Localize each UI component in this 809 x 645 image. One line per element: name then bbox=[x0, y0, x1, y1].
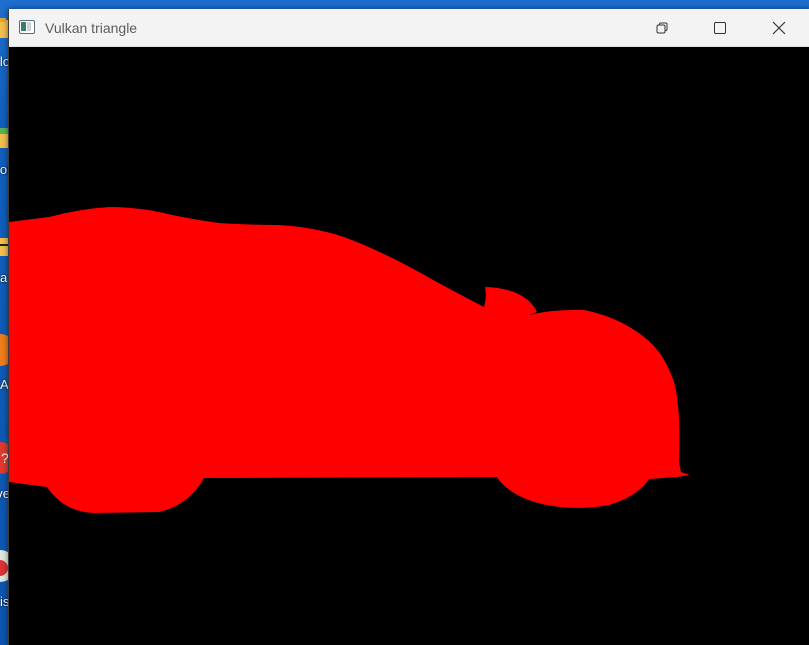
app-icon bbox=[19, 20, 35, 34]
render-viewport[interactable] bbox=[9, 47, 809, 645]
red-car-silhouette bbox=[9, 207, 690, 513]
restore-icon bbox=[656, 22, 668, 33]
close-icon bbox=[772, 21, 786, 34]
title-bar[interactable]: Vulkan triangle bbox=[9, 9, 809, 47]
maximize-icon bbox=[714, 21, 726, 34]
window-title: Vulkan triangle bbox=[45, 20, 138, 36]
close-button[interactable] bbox=[750, 9, 808, 46]
restore-button[interactable] bbox=[633, 9, 691, 46]
car-body bbox=[9, 207, 690, 513]
maximize-button[interactable] bbox=[691, 9, 749, 46]
vulkan-window: Vulkan triangle bbox=[8, 9, 809, 645]
